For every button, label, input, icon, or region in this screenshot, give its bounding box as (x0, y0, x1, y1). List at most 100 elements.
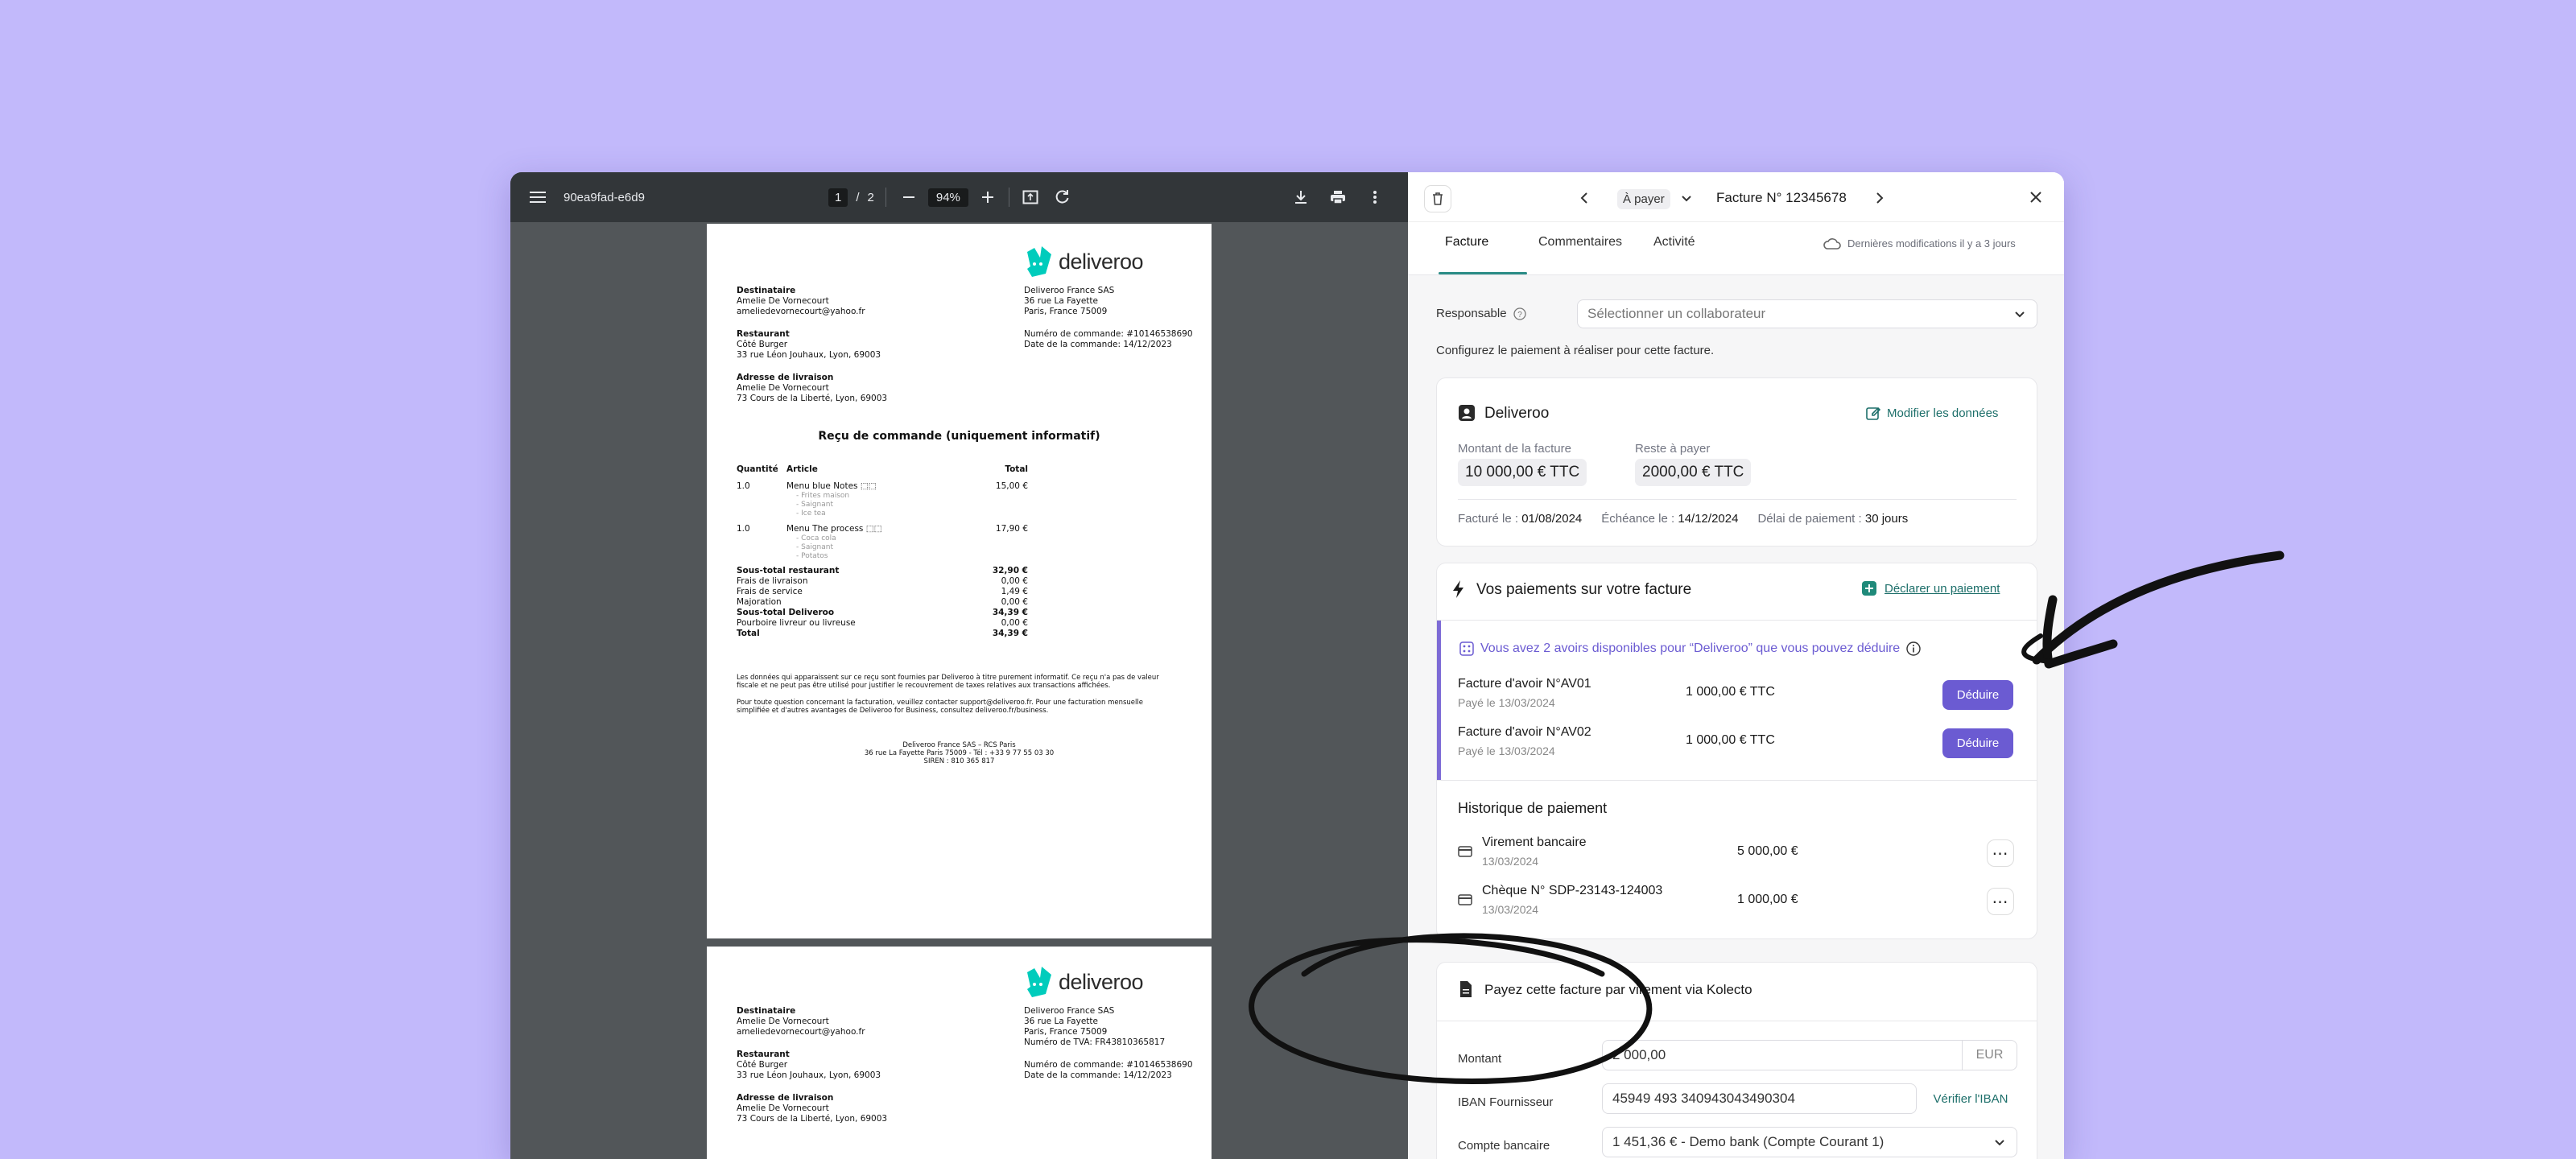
item-name: Menu The process ⬚⬚ (786, 524, 882, 534)
summary-value: 0,00 € (1001, 576, 1028, 586)
delete-button[interactable] (1424, 185, 1451, 212)
amount-input[interactable]: 2 000,00 EUR (1602, 1040, 2017, 1070)
item-option: - Potatos (796, 552, 828, 560)
summary-value: 1,49 € (1001, 587, 1028, 596)
restaurant-label: Restaurant (737, 1050, 790, 1059)
card-icon (1458, 846, 1472, 857)
pdf-toolbar: 90ea9fad-e6d9 1 / 2 94% (510, 172, 1408, 222)
history-title: Historique de paiement (1458, 800, 1608, 816)
delivery-address: 73 Cours de la Liberté, Lyon, 69003 (737, 394, 888, 403)
lightning-icon (1453, 580, 1463, 598)
history-name: Virement bancaire (1482, 835, 1587, 849)
tab-facture[interactable]: Facture (1445, 235, 1488, 250)
deliveroo-wordmark: deliveroo (1059, 969, 1144, 994)
tab-activite[interactable]: Activité (1653, 235, 1695, 250)
summary-row: Majoration 0,00 € (737, 597, 1028, 608)
remaining-value: 2000,00 € TTC (1635, 459, 1752, 486)
payments-title: Vos paiements sur votre facture (1476, 581, 1692, 598)
help-icon[interactable]: ? (1513, 307, 1526, 320)
summary-label: Frais de service (737, 587, 803, 596)
print-icon[interactable] (1322, 181, 1354, 213)
due-value: 14/12/2024 (1678, 512, 1739, 526)
payments-card: Vos paiements sur votre facture Déclarer… (1436, 563, 2037, 939)
download-icon[interactable] (1285, 181, 1317, 213)
verify-iban-button[interactable]: Vérifier l'IBAN (1924, 1083, 2017, 1114)
app-window: 90ea9fad-e6d9 1 / 2 94% deliveroo Destin… (510, 172, 2064, 1159)
document-icon (1460, 981, 1472, 997)
delivery-name: Amelie De Vornecourt (737, 383, 829, 393)
fit-page-icon[interactable] (1014, 181, 1046, 213)
iban-input[interactable]: 45949 493 340943043490304 (1602, 1083, 1917, 1114)
summary-row: Sous-total Deliveroo 34,39 € (737, 608, 1028, 618)
more-vert-icon[interactable] (1359, 181, 1391, 213)
company-city: Paris, France 75009 (1024, 1027, 1108, 1037)
cloud-icon (1823, 238, 1841, 250)
amount-label: Montant de la facture (1458, 442, 1571, 456)
iban-label: IBAN Fournisseur (1458, 1095, 1554, 1109)
deduct-button[interactable]: Déduire (1942, 680, 2013, 710)
page-separator: / (856, 190, 860, 204)
panel-header: À payer Facture N° 12345678 (1408, 172, 2064, 222)
responsable-select[interactable]: Sélectionner un collaborateur (1577, 299, 2037, 328)
active-tab-indicator (1439, 272, 1527, 274)
vat-number: Numéro de TVA: FR43810365817 (1024, 1037, 1166, 1047)
col-item: Article (786, 464, 818, 474)
company-name: Deliveroo France SAS (1024, 1006, 1115, 1016)
rotate-icon[interactable] (1046, 181, 1079, 213)
receipt-footer: Deliveroo France SAS – RCS Paris (902, 741, 1016, 749)
pdf-page-1: deliveroo Destinataire Amelie De Vorneco… (707, 224, 1212, 938)
declare-payment-button[interactable]: Déclarer un paiement (1862, 581, 2000, 596)
page-total: 2 (867, 190, 874, 204)
chevron-down-icon[interactable] (1681, 195, 1692, 203)
deliveroo-wordmark: deliveroo (1059, 249, 1144, 274)
credit-date: Payé le 13/03/2024 (1458, 696, 1555, 709)
company-name: Deliveroo France SAS (1024, 286, 1115, 295)
info-icon[interactable] (1906, 641, 1921, 656)
chevron-down-icon (1995, 1140, 2004, 1146)
more-options-button[interactable]: ⋯ (1987, 839, 2014, 867)
delay-label: Délai de paiement : (1757, 512, 1862, 526)
amount-input-value: 2 000,00 (1612, 1047, 1666, 1062)
iban-value: 45949 493 340943043490304 (1612, 1091, 1795, 1106)
tab-commentaires[interactable]: Commentaires (1538, 235, 1622, 250)
order-number: Numéro de commande: #10146538690 (1024, 1060, 1193, 1070)
invoice-title: Facture N° 12345678 (1716, 190, 1847, 205)
company-street: 36 rue La Fayette (1024, 1017, 1098, 1026)
deduct-button[interactable]: Déduire (1942, 728, 2013, 758)
more-options-button[interactable]: ⋯ (1987, 888, 2014, 915)
history-name: Chèque N° SDP-23143-124003 (1482, 884, 1663, 897)
last-modified-text: Dernières modifications il y a 3 jours (1847, 237, 2016, 250)
summary-value: 34,39 € (992, 629, 1028, 638)
status-badge[interactable]: À payer (1617, 189, 1670, 209)
page-number-input[interactable]: 1 (828, 188, 848, 207)
amount-field-label: Montant (1458, 1052, 1502, 1066)
summary-value: 0,00 € (1001, 597, 1028, 607)
restaurant-name: Côté Burger (737, 340, 788, 349)
summary-row: Total 34,39 € (737, 629, 1028, 639)
summary-value: 34,39 € (992, 608, 1028, 617)
disclaimer: Pour toute question concernant la factur… (737, 699, 1143, 715)
next-arrow-icon[interactable] (1875, 192, 1885, 204)
recipient-name: Amelie De Vornecourt (737, 296, 829, 306)
company-street: 36 rue La Fayette (1024, 296, 1098, 306)
summary-label: Total (737, 629, 760, 638)
history-row: Chèque N° SDP-23143-124003 13/03/2024 1 … (1458, 884, 2021, 924)
card-icon (1458, 894, 1472, 905)
history-row: Virement bancaire 13/03/2024 5 000,00 € … (1458, 835, 2021, 876)
previous-arrow-icon[interactable] (1579, 192, 1589, 204)
declare-payment-label: Déclarer un paiement (1885, 581, 2000, 596)
zoom-in-icon[interactable] (972, 181, 1004, 213)
menu-icon[interactable] (522, 181, 554, 213)
credit-row: Facture d'avoir N°AV02 Payé le 13/03/202… (1458, 725, 2021, 765)
credit-amount: 1 000,00 € TTC (1686, 733, 1775, 747)
account-select[interactable]: 1 451,36 € - Demo bank (Compte Courant 1… (1602, 1127, 2017, 1157)
close-icon[interactable] (2029, 191, 2042, 204)
edit-data-button[interactable]: Modifier les données (1856, 398, 2008, 427)
zoom-out-icon[interactable] (893, 181, 925, 213)
summary-row: Sous-total restaurant 32,90 € (737, 566, 1028, 576)
pdf-filename: 90ea9fad-e6d9 (564, 190, 645, 204)
item-option: - Frites maison (796, 492, 850, 500)
summary-row: Frais de livraison 0,00 € (737, 576, 1028, 587)
invoice-side-panel: À payer Facture N° 12345678 Facture Comm… (1408, 172, 2064, 1159)
zoom-level-input[interactable]: 94% (927, 188, 968, 207)
